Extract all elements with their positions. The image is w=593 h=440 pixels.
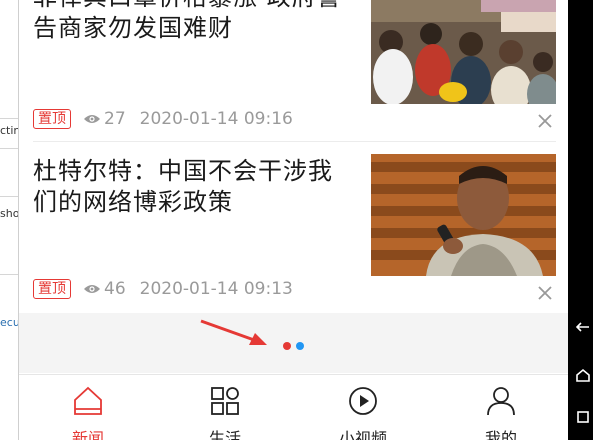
close-icon[interactable]: [537, 113, 553, 129]
loading-dot: [283, 342, 291, 350]
news-thumbnail[interactable]: [371, 154, 556, 276]
news-meta: 置顶 27 2020-01-14 09:16: [33, 108, 293, 130]
bottom-tab-bar: 新闻 生活 小视频 我的: [19, 374, 568, 440]
background-divider: [0, 196, 18, 197]
background-divider: [0, 274, 18, 275]
tab-short-video[interactable]: 小视频: [308, 375, 418, 440]
background-text-fragment: sho: [0, 207, 19, 220]
tab-news[interactable]: 新闻: [33, 375, 143, 440]
home-nav-icon[interactable]: [576, 368, 590, 382]
crowd-photo-image: [371, 0, 556, 104]
back-icon[interactable]: [576, 320, 590, 334]
background-divider: [0, 118, 18, 119]
annotation-arrow: [200, 319, 267, 345]
close-icon[interactable]: [537, 285, 553, 301]
eye-icon: [84, 115, 100, 123]
view-count: 27: [104, 109, 126, 129]
news-title[interactable]: 菲律宾口罩价格暴涨 政府警告商家勿发国难财: [33, 0, 353, 44]
background-text-fragment: ecu: [0, 316, 19, 329]
background-window-strip: ctin sho ecu: [0, 0, 19, 440]
home-icon: [74, 386, 102, 415]
loading-dot: [296, 342, 304, 350]
tab-label: 小视频: [338, 429, 387, 440]
tab-life[interactable]: 生活: [170, 375, 280, 440]
tab-label: 新闻: [71, 429, 104, 440]
play-icon: [349, 387, 377, 415]
system-nav-bar: [568, 0, 593, 440]
pinned-badge: 置顶: [33, 109, 71, 129]
background-divider: [0, 148, 18, 149]
tab-me[interactable]: 我的: [446, 375, 556, 440]
user-icon: [487, 387, 515, 416]
pinned-badge: 置顶: [33, 279, 71, 299]
eye-icon: [84, 285, 100, 293]
news-meta: 置顶 46 2020-01-14 09:13: [33, 278, 293, 300]
loading-area: [19, 313, 568, 373]
publish-time: 2020-01-14 09:16: [139, 109, 293, 129]
news-card[interactable]: 杜特尔特：中国不会干涉我们的网络博彩政策 置顶 46 2020-01-14 09…: [19, 142, 568, 312]
news-title[interactable]: 杜特尔特：中国不会干涉我们的网络博彩政策: [33, 156, 353, 218]
view-count: 46: [104, 279, 126, 299]
news-app: 菲律宾口罩价格暴涨 政府警告商家勿发国难财 置顶: [19, 0, 568, 440]
tab-label: 生活: [208, 429, 241, 440]
news-card[interactable]: 菲律宾口罩价格暴涨 政府警告商家勿发国难财 置顶: [19, 0, 568, 140]
tab-label: 我的: [484, 429, 517, 440]
news-thumbnail[interactable]: [371, 0, 556, 104]
grid-icon: [211, 387, 239, 415]
recents-icon[interactable]: [576, 410, 590, 424]
portrait-photo-image: [371, 154, 556, 276]
background-text-fragment: ctin: [0, 124, 19, 137]
publish-time: 2020-01-14 09:13: [139, 279, 293, 299]
